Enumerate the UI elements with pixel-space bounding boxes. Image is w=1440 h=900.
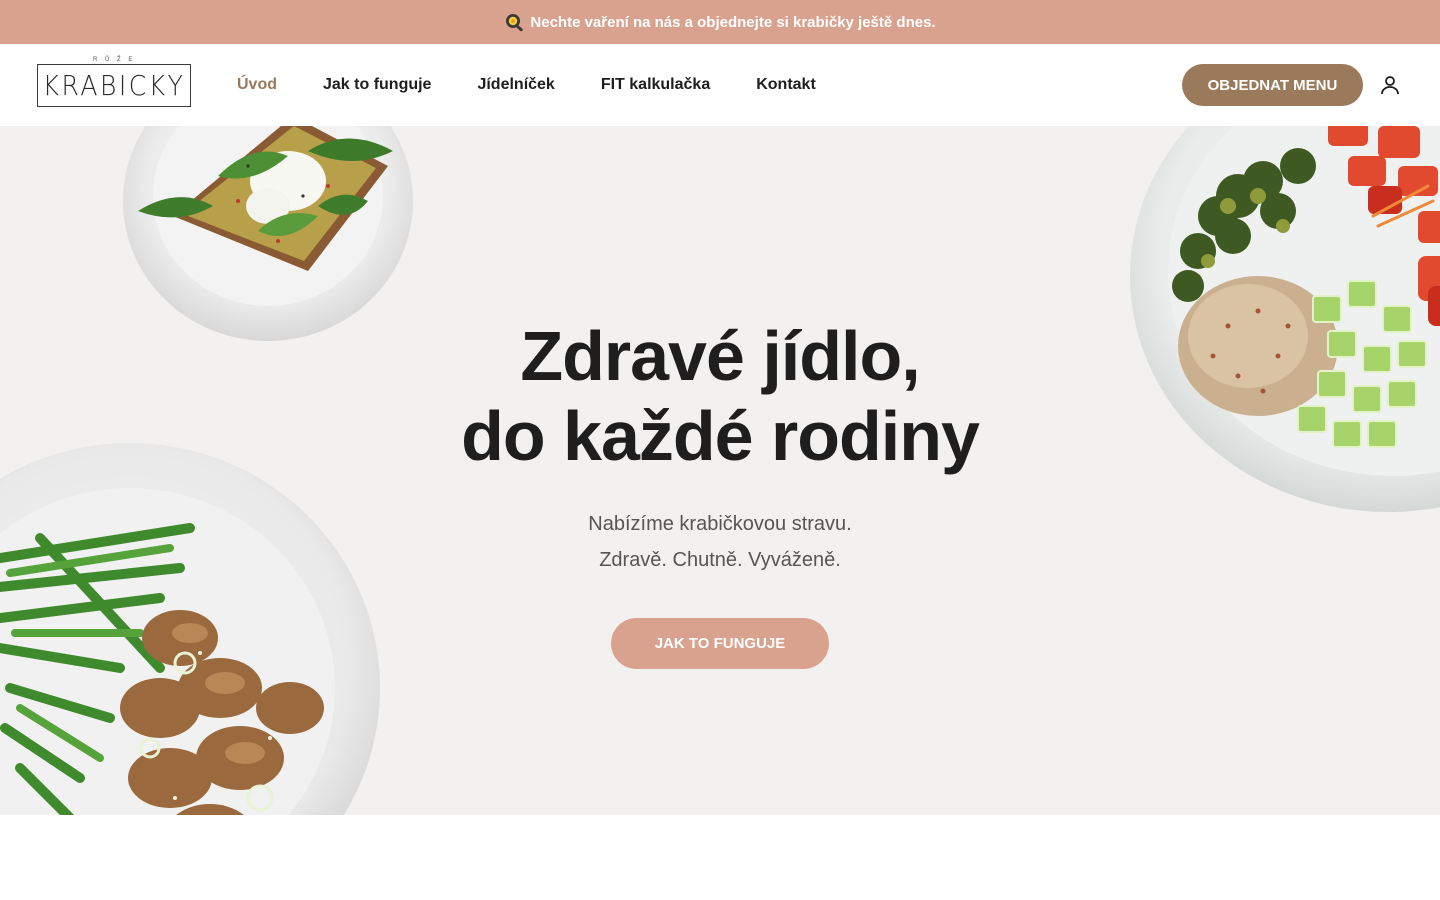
hero-title-line1: Zdravé jídlo, xyxy=(520,317,920,395)
logo-text: KRABICKY xyxy=(42,69,186,102)
site-header: R Ů Ž E KRABICKY Úvod Jak to funguje Jíd… xyxy=(0,44,1440,126)
hero-subtitle: Nabízíme krabičkovou stravu. Zdravě. Chu… xyxy=(0,506,1440,578)
hero-subtitle-line1: Nabízíme krabičkovou stravu. xyxy=(588,513,852,535)
announcement-bar: Nechte vaření na nás a objednejte si kra… xyxy=(0,0,1440,44)
nav-item-jak-to-funguje[interactable]: Jak to funguje xyxy=(323,76,431,94)
main-nav: Úvod Jak to funguje Jídelníček FIT kalku… xyxy=(237,44,816,126)
nav-item-jidelnicek[interactable]: Jídelníček xyxy=(477,76,554,94)
chicken-beans-plate-image xyxy=(0,438,382,815)
logo[interactable]: R Ů Ž E KRABICKY xyxy=(37,57,191,107)
nav-item-uvod[interactable]: Úvod xyxy=(237,76,277,94)
user-icon[interactable] xyxy=(1378,73,1402,97)
hero-title: Zdravé jídlo, do každé rodiny xyxy=(0,316,1440,476)
nav-item-fit-kalkulacka[interactable]: FIT kalkulačka xyxy=(601,76,710,94)
hero-title-line2: do každé rodiny xyxy=(461,397,980,475)
logo-subtitle: R Ů Ž E xyxy=(90,57,139,63)
order-menu-button[interactable]: OBJEDNAT MENU xyxy=(1182,64,1363,106)
avocado-toast-plate-image xyxy=(118,126,418,341)
frying-pan-icon xyxy=(504,11,526,33)
hero-section: Zdravé jídlo, do každé rodiny Nabízíme k… xyxy=(0,126,1440,815)
how-it-works-button[interactable]: JAK TO FUNGUJE xyxy=(611,618,829,669)
announcement-text: Nechte vaření na nás a objednejte si kra… xyxy=(530,13,936,31)
hero-subtitle-line2: Zdravě. Chutně. Vyváženě. xyxy=(599,549,841,571)
nav-item-kontakt[interactable]: Kontakt xyxy=(756,76,816,94)
